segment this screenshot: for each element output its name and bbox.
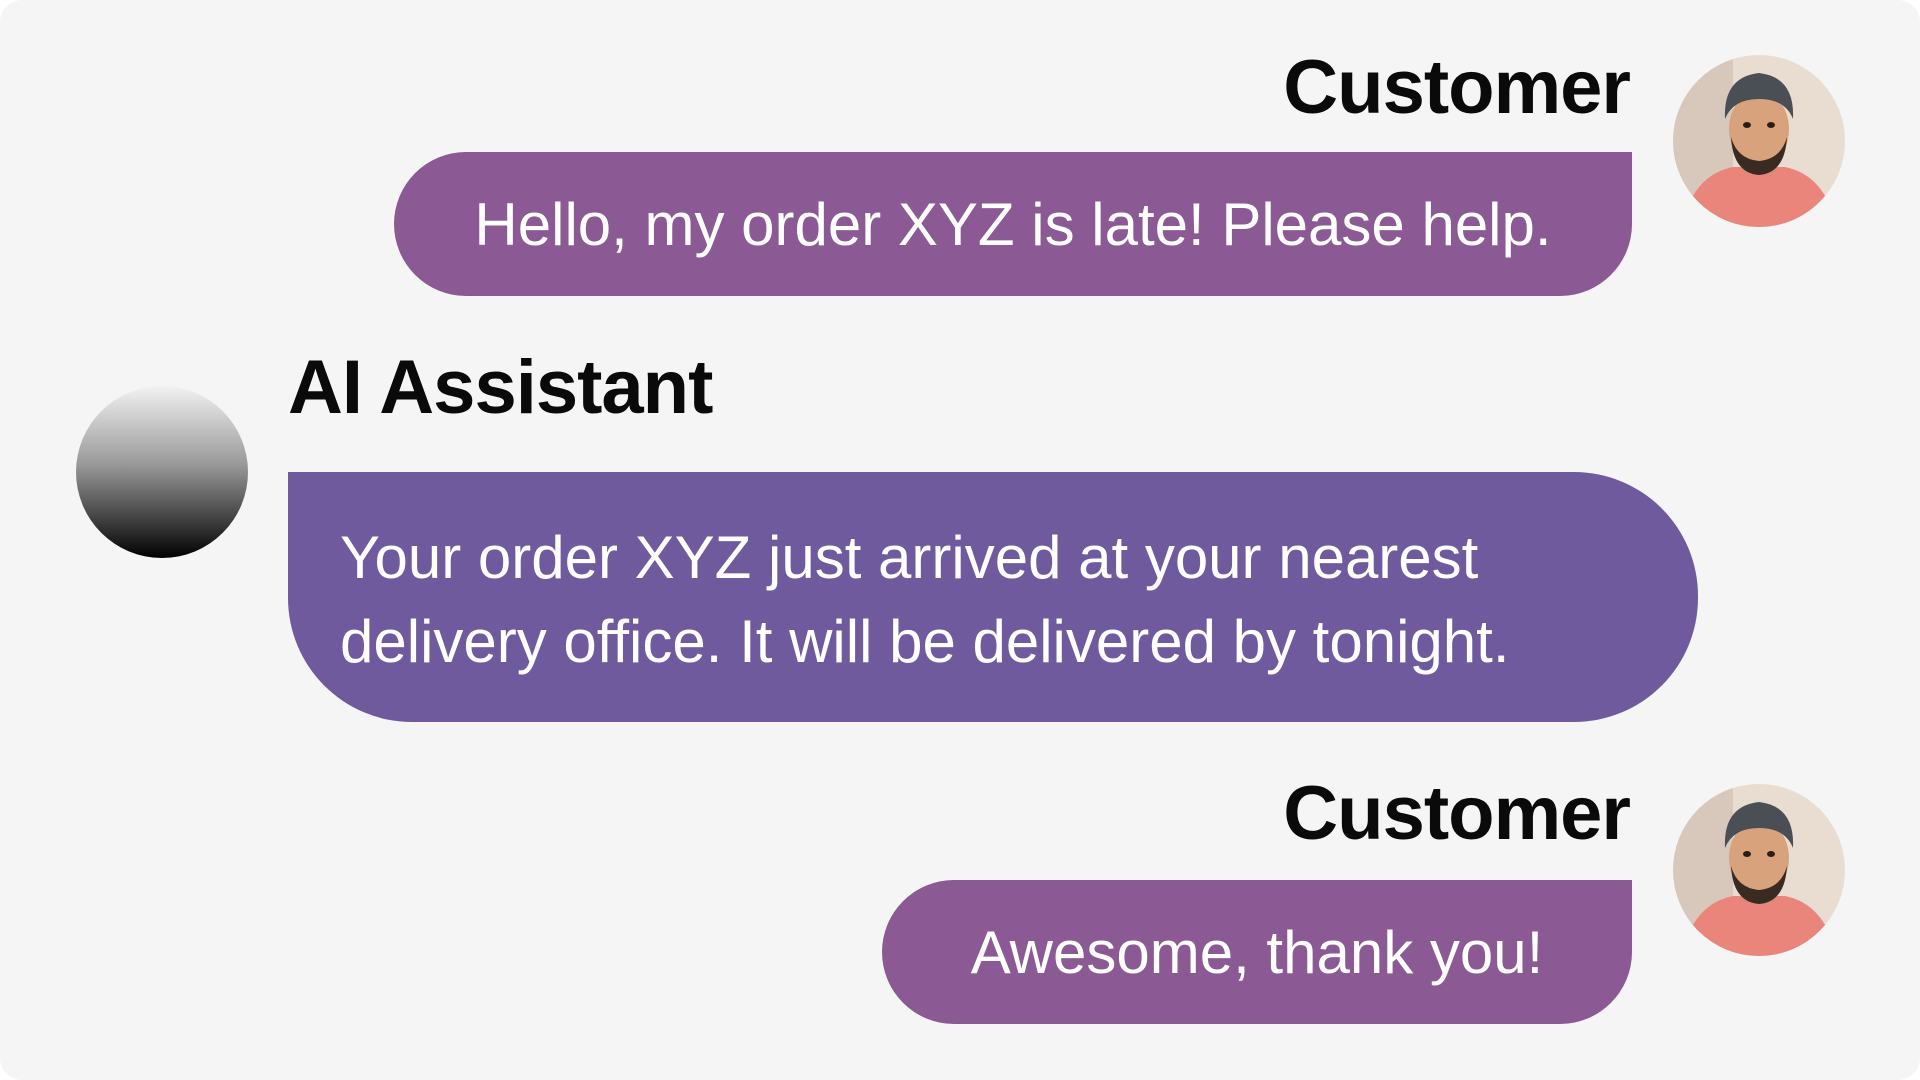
message-text: Awesome, thank you! — [970, 918, 1544, 986]
person-photo-icon — [1673, 784, 1845, 956]
chat-panel: Customer Hello, my order XYZ is late! Pl… — [0, 0, 1920, 1080]
message-bubble-customer-2: Awesome, thank you! — [882, 880, 1632, 1024]
message-bubble-assistant: Your order XYZ just arrived at your near… — [288, 472, 1698, 722]
message-text: Hello, my order XYZ is late! Please help… — [474, 190, 1552, 258]
person-photo-icon — [1673, 55, 1845, 227]
sender-name-customer: Customer — [1283, 771, 1631, 856]
customer-avatar — [1673, 784, 1845, 956]
gradient-sphere-icon — [76, 386, 248, 558]
message-text-line: delivery office. It will be delivered by… — [340, 608, 1510, 675]
customer-avatar — [1673, 55, 1845, 227]
message-text-line: Your order XYZ just arrived at your near… — [340, 524, 1479, 591]
message-bubble-customer-1: Hello, my order XYZ is late! Please help… — [394, 152, 1632, 296]
sender-name-assistant: AI Assistant — [288, 345, 713, 430]
sender-name-customer: Customer — [1283, 45, 1631, 130]
